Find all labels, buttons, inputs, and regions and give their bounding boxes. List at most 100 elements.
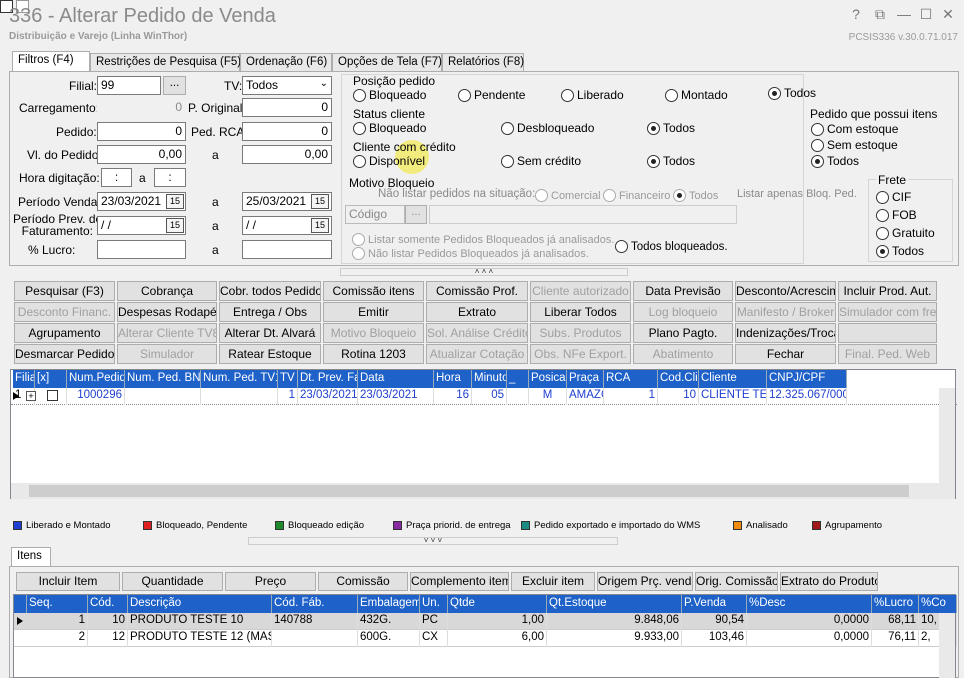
itens-sem-estoque-radio[interactable]: Sem estoque (811, 138, 898, 152)
orders-horizontal-scrollbar[interactable] (11, 483, 939, 499)
comissao-itens-button[interactable]: Comissão itens (323, 281, 424, 301)
despesas-rodape-button[interactable]: Despesas Rodapé (117, 302, 217, 322)
calendar-icon[interactable]: 15 (311, 194, 329, 209)
entrega-obs-button[interactable]: Entrega / Obs (219, 302, 321, 322)
obs-nfe-export-button[interactable]: Obs. NFe Export. (530, 344, 631, 364)
tab-filtros[interactable]: Filtros (F4) (12, 51, 90, 73)
column-header-un[interactable]: Un. (420, 595, 448, 613)
filial-lookup-button[interactable]: ... (163, 76, 186, 95)
frete-fob-radio[interactable]: FOB (876, 208, 917, 222)
column-header-qt-estoque[interactable]: Qt.Estoque (547, 595, 682, 613)
posicao-liberado-radio[interactable]: Liberado (561, 88, 624, 102)
maximize-icon[interactable]: ☐ (918, 6, 934, 23)
codigo-lookup-button[interactable]: ... (405, 205, 427, 224)
credito-disponivel-radio[interactable]: Disponível (353, 154, 425, 168)
origem-prc-venda-button[interactable]: Origem Prç. venda (597, 572, 693, 591)
column-header-praca[interactable]: Praça (567, 370, 604, 388)
liberar-todos-button[interactable]: Liberar Todos (530, 302, 631, 322)
quantidade-button[interactable]: Quantidade (122, 572, 223, 591)
simulador-com-frete-button[interactable]: Simulador com frete (838, 302, 937, 322)
column-header-dt-prev-fat[interactable]: Dt. Prev. Fat. (298, 370, 358, 388)
plano-pagto-button[interactable]: Plano Pagto. (633, 323, 733, 343)
frete-cif-radio[interactable]: CIF (876, 190, 911, 204)
carregamento-input[interactable]: 0 (97, 98, 186, 117)
column-header-desc[interactable]: %Desc (747, 595, 872, 613)
agrupamento-button[interactable]: Agrupamento (14, 323, 115, 343)
calendar-icon[interactable]: 15 (166, 218, 184, 233)
tab-restricoes[interactable]: Restrições de Pesquisa (F5) (90, 53, 241, 72)
scroll-thumb[interactable] (29, 485, 909, 497)
column-header-filial[interactable]: Filial (13, 370, 35, 388)
fechar-button[interactable]: Fechar (735, 344, 836, 364)
desconto-acrescimo-button[interactable]: Desconto/Acrescimo (735, 281, 836, 301)
frete-gratuito-radio[interactable]: Gratuito (876, 226, 935, 240)
tab-itens[interactable]: Itens (11, 547, 51, 567)
tab-opcoes-tela[interactable]: Opções de Tela (F7) (332, 53, 442, 72)
tv-select[interactable]: Todos ⌄ (242, 76, 332, 95)
todos-bloqueados-radio[interactable]: Todos bloqueados. (615, 240, 728, 253)
splitter-handle[interactable]: ˄ ˄ ˄ (340, 268, 628, 276)
column-header-tv[interactable]: TV (278, 370, 298, 388)
column-header-cod[interactable]: Cód. (88, 595, 128, 613)
excluir-item-button[interactable]: Excluir item (511, 572, 595, 591)
listar-somente-radio[interactable]: Listar somente Pedidos Bloqueados já ana… (352, 233, 614, 246)
expand-row-icon[interactable]: + (26, 391, 36, 401)
column-header-cod-cli[interactable]: Cod.Cli. (658, 370, 699, 388)
extrato-button[interactable]: Extrato (426, 302, 528, 322)
rotina-1203-button[interactable]: Rotina 1203 (323, 344, 424, 364)
incluir-item-button[interactable]: Incluir Item (16, 572, 120, 591)
comissao-button[interactable]: Comissão (318, 572, 408, 591)
column-header-hora[interactable]: Hora (434, 370, 472, 388)
comissao-prof-button[interactable]: Comissão Prof. (426, 281, 528, 301)
column-header-qtde[interactable]: Qtde (448, 595, 547, 613)
emitir-button[interactable]: Emitir (323, 302, 424, 322)
subs-produtos-button[interactable]: Subs. Produtos (530, 323, 631, 343)
column-header-p-venda[interactable]: P.Venda (682, 595, 747, 613)
frete-todos-radio[interactable]: Todos (876, 244, 924, 258)
vl-pedido-from-input[interactable]: 0,00 (97, 145, 186, 164)
column-header-cliente[interactable]: Cliente (699, 370, 767, 388)
status-bloqueado-radio[interactable]: Bloqueado (353, 121, 426, 135)
column-header-num-ped-tv1[interactable]: Num. Ped. TV1 (201, 370, 278, 388)
extrato-do-produto-button[interactable]: Extrato do Produto (780, 572, 878, 591)
pedido-input[interactable]: 0 (97, 122, 186, 141)
splitter-handle[interactable]: ˅ ˅ ˅ (248, 537, 618, 545)
credito-sem-radio[interactable]: Sem crédito (501, 154, 581, 168)
tab-ordenacao[interactable]: Ordenação (F6) (240, 53, 332, 72)
hora-from-input[interactable]: : (101, 168, 132, 187)
column-header-co[interactable]: %Co (919, 595, 957, 613)
posicao-todos-radio[interactable]: Todos (768, 86, 816, 100)
atualizar-cotacao-button[interactable]: Atualizar Cotação (426, 344, 528, 364)
column-header-data[interactable]: Data (358, 370, 434, 388)
codigo-input[interactable]: Código (345, 205, 405, 224)
minimize-icon[interactable]: — (896, 6, 912, 22)
restore-icon[interactable]: ⧉ (872, 6, 888, 23)
nao-listar-todos-radio[interactable]: Todos (673, 189, 718, 202)
blank-button[interactable] (838, 323, 937, 343)
simulador-button[interactable]: Simulador (117, 344, 217, 364)
row-select-checkbox[interactable] (47, 390, 58, 401)
sol-analise-credito-button[interactable]: Sol. Análise Crédito (426, 323, 528, 343)
column-header-seq[interactable]: Seq. (27, 595, 88, 613)
orders-vertical-scrollbar[interactable] (939, 388, 955, 499)
nao-listar-financeiro-radio[interactable]: Financeiro (603, 189, 670, 202)
ped-rca-input[interactable]: 0 (242, 122, 332, 141)
column-header-num-ped-bnf[interactable]: Num. Ped. BNF (125, 370, 201, 388)
data-previsao-button[interactable]: Data Previsão (633, 281, 733, 301)
column-header-lucro[interactable]: %Lucro (872, 595, 919, 613)
hora-to-input[interactable]: : (154, 168, 186, 187)
lucro-from-input[interactable] (97, 240, 186, 259)
desmarcar-pedidos-button[interactable]: Desmarcar Pedidos (14, 344, 115, 364)
column-header-cod-fab[interactable]: Cód. Fáb. (272, 595, 358, 613)
p-original-input[interactable]: 0 (242, 98, 332, 117)
log-bloqueio-button[interactable]: Log bloqueio (633, 302, 733, 322)
status-desbloqueado-radio[interactable]: Desbloqueado (501, 121, 594, 135)
tab-relatorios[interactable]: Relatórios (F8) (442, 53, 524, 72)
alterar-dt-alvara-button[interactable]: Alterar Dt. Alvará (219, 323, 321, 343)
calendar-icon[interactable]: 15 (311, 218, 329, 233)
desconto-financ-button[interactable]: Desconto Financ. (14, 302, 115, 322)
incluir-prod-aut-button[interactable]: Incluir Prod. Aut. (838, 281, 937, 301)
nao-listar-comercial-radio[interactable]: Comercial (535, 189, 601, 202)
preco-button[interactable]: Preço (225, 572, 316, 591)
indenizacoes-troca-button[interactable]: Indenizações/Troca (735, 323, 836, 343)
